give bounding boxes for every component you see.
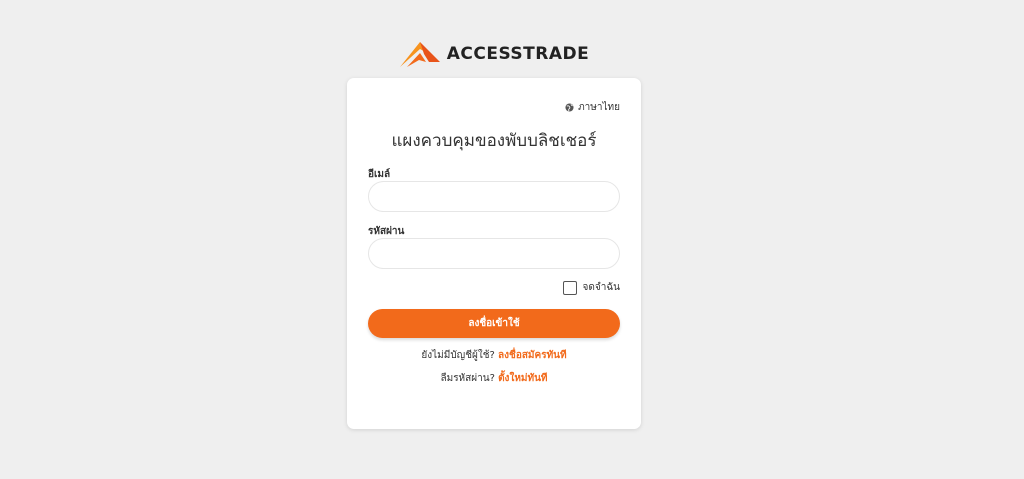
globe-icon xyxy=(565,103,574,112)
signup-prompt: ยังไม่มีบัญชีผู้ใช้? xyxy=(421,350,495,361)
language-selector[interactable]: ภาษาไทย xyxy=(565,100,620,115)
reset-row: ลืมรหัสผ่าน? ตั้งใหม่ทันที xyxy=(347,371,641,386)
login-button[interactable]: ลงชื่อเข้าใช้ xyxy=(368,309,620,338)
remember-me[interactable]: จดจำฉัน xyxy=(562,280,620,295)
email-field[interactable] xyxy=(368,181,620,212)
remember-me-label: จดจำฉัน xyxy=(582,282,620,293)
reset-prompt: ลืมรหัสผ่าน? xyxy=(440,373,495,384)
language-label: ภาษาไทย xyxy=(578,102,620,113)
password-field[interactable] xyxy=(368,238,620,269)
accesstrade-logo-icon xyxy=(399,42,440,67)
signup-row: ยังไม่มีบัญชีผู้ใช้? ลงชื่อสมัครทันที xyxy=(347,348,641,363)
reset-password-link[interactable]: ตั้งใหม่ทันที xyxy=(498,373,547,384)
login-page: ACCESSTRADE ภาษาไทย แผงควบคุมของพับบลิชเ… xyxy=(0,0,1024,479)
page-title: แผงควบคุมของพับบลิชเชอร์ xyxy=(391,131,597,151)
email-label: อีเมล์ xyxy=(368,169,391,180)
password-label: รหัสผ่าน xyxy=(368,226,405,237)
remember-me-checkbox[interactable] xyxy=(562,280,577,295)
login-card: ภาษาไทย แผงควบคุมของพับบลิชเชอร์ อีเมล์ … xyxy=(347,78,641,429)
signup-link[interactable]: ลงชื่อสมัครทันที xyxy=(498,350,567,361)
brand-logo: ACCESSTRADE xyxy=(0,40,1006,68)
brand-name: ACCESSTRADE xyxy=(446,44,590,64)
